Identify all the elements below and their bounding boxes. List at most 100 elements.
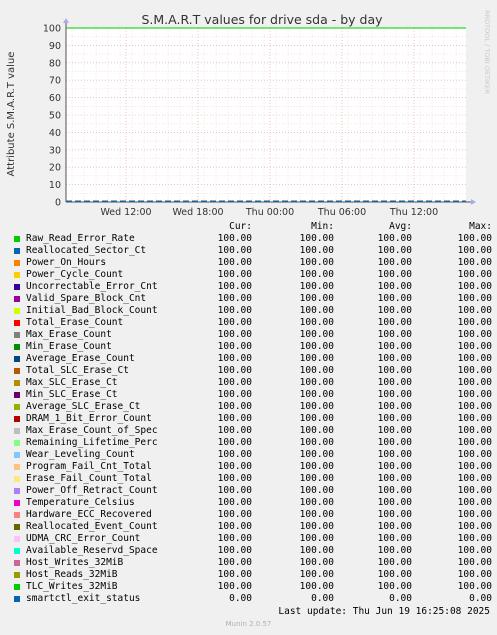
y-axis-label: Attribute S.M.A.R.T value: [6, 52, 17, 177]
legend-series-name: Max_Erase_Count_of_Spec: [26, 425, 158, 436]
legend-series-name: Min_SLC_Erase_Ct: [26, 389, 118, 400]
y-tick-label: 90: [49, 41, 61, 52]
legend-max: 100.00: [457, 317, 492, 328]
legend-avg: 100.00: [377, 317, 412, 328]
legend-avg: 0.00: [389, 593, 412, 604]
legend-min: 100.00: [299, 425, 334, 436]
legend-swatch: [14, 356, 20, 362]
legend-cur: 100.00: [217, 281, 252, 292]
legend-row: Power_On_Hours 100.00 100.00 100.00 100.00: [12, 257, 492, 269]
legend-min: 100.00: [299, 233, 334, 244]
legend-series-name: Reallocated_Sector_Ct: [26, 245, 147, 256]
legend-series-name: Valid_Spare_Block_Cnt: [26, 293, 147, 304]
x-tick-label: Thu 00:00: [245, 207, 294, 215]
legend-swatch: [14, 272, 20, 278]
legend-swatch: [14, 404, 20, 410]
legend-cur: 100.00: [217, 521, 252, 532]
legend-series-name: Hardware_ECC_Recovered: [26, 509, 152, 520]
legend-min: 100.00: [299, 329, 334, 340]
legend-avg: 100.00: [377, 473, 412, 484]
legend-row: Host_Reads_32MiB 100.00 100.00 100.00 100.00: [12, 569, 492, 581]
legend-max: 100.00: [457, 533, 492, 544]
y-tick-label: 40: [49, 128, 61, 139]
legend-avg: 100.00: [377, 509, 412, 520]
legend-avg: 100.00: [377, 581, 412, 592]
legend-swatch: [14, 476, 20, 482]
legend-cur: 100.00: [217, 365, 252, 376]
y-tick-label: 10: [49, 180, 61, 191]
legend-swatch: [14, 368, 20, 374]
legend-cur: 0.00: [229, 593, 252, 604]
legend: Cur: Min: Avg: Max: Raw_Read_Error_Rate 1…: [12, 221, 492, 605]
legend-swatch: [14, 548, 20, 554]
legend-series-name: Average_SLC_Erase_Ct: [26, 401, 141, 412]
legend-row: Max_Erase_Count 100.00 100.00 100.00 100.00: [12, 329, 492, 341]
legend-max: 100.00: [457, 401, 492, 412]
legend-avg: 100.00: [377, 437, 412, 448]
legend-row: Total_Erase_Count 100.00 100.00 100.00 100.0…: [12, 317, 492, 329]
legend-series-name: Average_Erase_Count: [26, 353, 135, 364]
legend-series-name: Uncorrectable_Error_Cnt: [26, 281, 158, 292]
legend-series-name: TLC_Writes_32MiB: [26, 581, 118, 592]
legend-avg: 100.00: [377, 389, 412, 400]
legend-min: 100.00: [299, 389, 334, 400]
legend-cur: 100.00: [217, 257, 252, 268]
legend-max: 100.00: [457, 341, 492, 352]
legend-avg: 100.00: [377, 245, 412, 256]
y-tick-label: 20: [49, 163, 61, 174]
max-header: Max:: [469, 221, 492, 232]
legend-swatch: [14, 512, 20, 518]
legend-row: Reallocated_Event_Count 100.00 100.00 100.0…: [12, 521, 492, 533]
legend-min: 100.00: [299, 437, 334, 448]
legend-max: 100.00: [457, 521, 492, 532]
legend-avg: 100.00: [377, 353, 412, 364]
legend-min: 100.00: [299, 521, 334, 532]
x-tick-label: Thu 06:00: [317, 207, 366, 215]
legend-max: 100.00: [457, 305, 492, 316]
legend-cur: 100.00: [217, 569, 252, 580]
legend-series-name: Power_On_Hours: [26, 257, 107, 268]
legend-swatch: [14, 524, 20, 530]
legend-avg: 100.00: [377, 365, 412, 376]
legend-row: Min_Erase_Count 100.00 100.00 100.00 100.00: [12, 341, 492, 353]
legend-max: 100.00: [457, 497, 492, 508]
legend-max: 100.00: [457, 365, 492, 376]
legend-row: TLC_Writes_32MiB 100.00 100.00 100.00 100.00: [12, 581, 492, 593]
legend-avg: 100.00: [377, 281, 412, 292]
legend-cur: 100.00: [217, 341, 252, 352]
y-tick-label: 70: [49, 76, 61, 87]
legend-series-name: Min_Erase_Count: [26, 341, 112, 352]
legend-min: 100.00: [299, 293, 334, 304]
legend-max: 100.00: [457, 425, 492, 436]
legend-row: Raw_Read_Error_Rate 100.00 100.00 100.00 100…: [12, 233, 492, 245]
legend-row: Reallocated_Sector_Ct 100.00 100.00 100.00 1…: [12, 245, 492, 257]
legend-max: 0.00: [469, 593, 492, 604]
legend-max: 100.00: [457, 557, 492, 568]
legend-avg: 100.00: [377, 341, 412, 352]
legend-swatch: [14, 320, 20, 326]
legend-row: Initial_Bad_Block_Count 100.00 100.00 100.0…: [12, 305, 492, 317]
legend-min: 100.00: [299, 353, 334, 364]
legend-series-name: Erase_Fail_Count_Total: [26, 473, 152, 484]
legend-cur: 100.00: [217, 245, 252, 256]
legend-swatch: [14, 332, 20, 338]
legend-cur: 100.00: [217, 449, 252, 460]
legend-max: 100.00: [457, 509, 492, 520]
legend-max: 100.00: [457, 389, 492, 400]
legend-cur: 100.00: [217, 509, 252, 520]
legend-min: 100.00: [299, 281, 334, 292]
legend-row: smartctl_exit_status 0.00 0.00 0.00 0.00: [12, 593, 492, 605]
y-tick-label: 0: [55, 198, 61, 209]
cur-header: Cur:: [229, 221, 252, 232]
legend-swatch: [14, 296, 20, 302]
legend-series-name: Initial_Bad_Block_Count: [26, 305, 158, 316]
legend-row: Hardware_ECC_Recovered 100.00 100.00 100.00…: [12, 509, 492, 521]
legend-series-name: Raw_Read_Error_Rate: [26, 233, 135, 244]
x-tick-label: Wed 18:00: [172, 207, 223, 215]
legend-series-name: Remaining_Lifetime_Perc: [26, 437, 158, 448]
legend-avg: 100.00: [377, 569, 412, 580]
legend-max: 100.00: [457, 269, 492, 280]
legend-swatch: [14, 248, 20, 254]
y-tick-label: 60: [49, 93, 61, 104]
legend-swatch: [14, 572, 20, 578]
